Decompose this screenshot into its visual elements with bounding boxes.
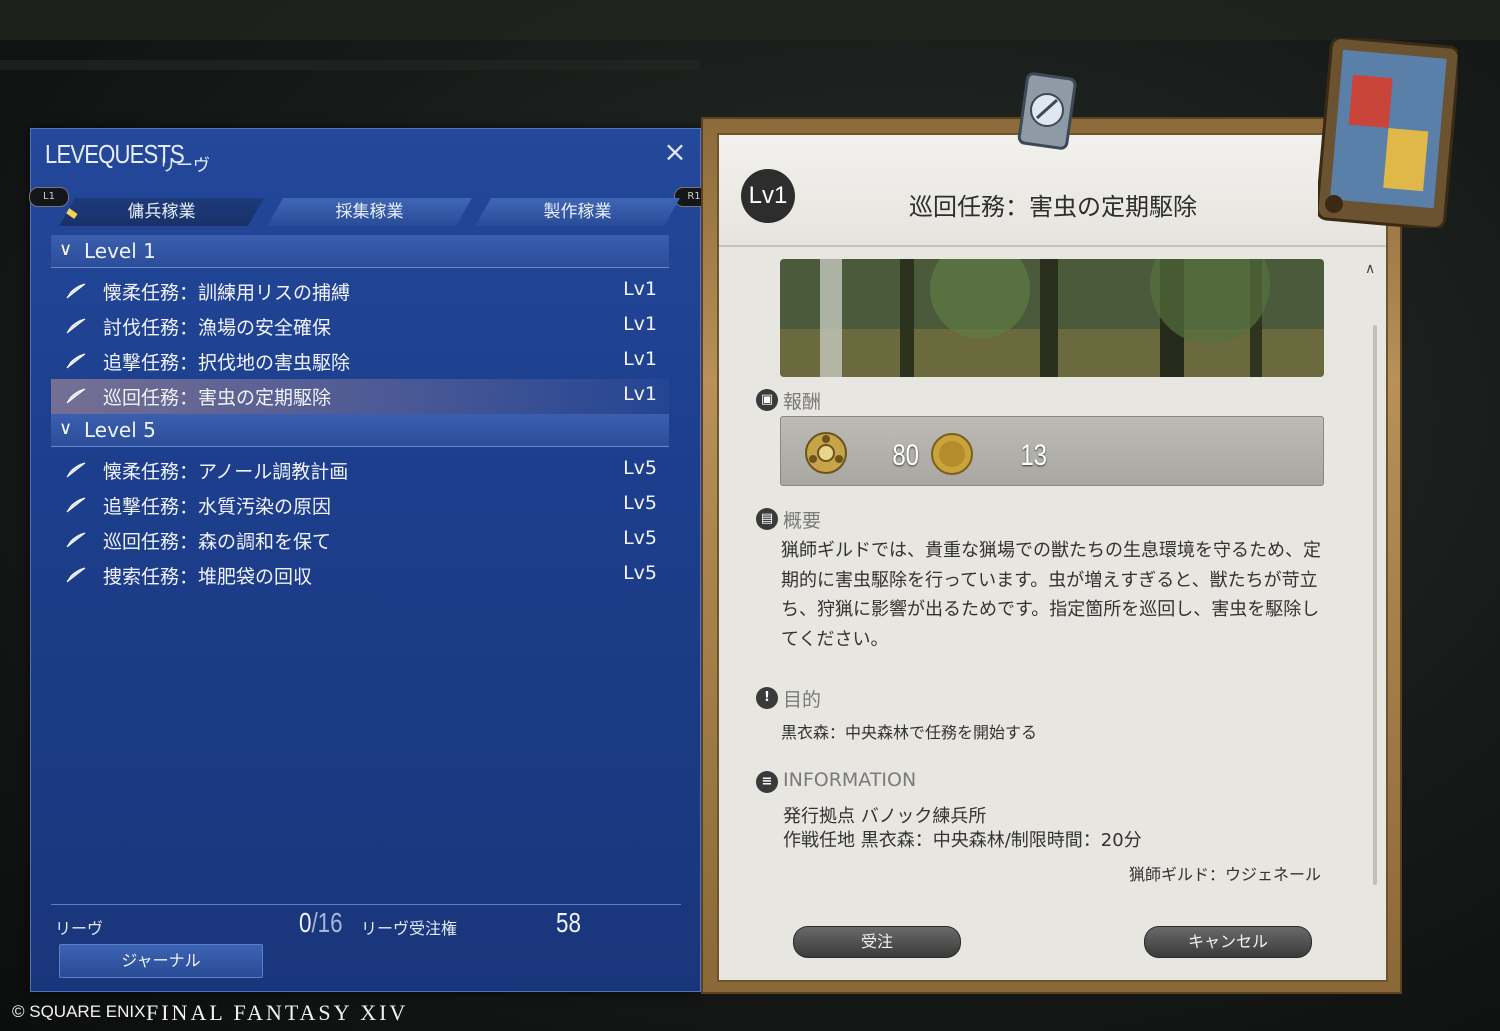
objective-label: 目的 — [783, 689, 822, 711]
info-label: INFORMATION — [783, 769, 917, 791]
window-subtitle: リーヴ — [159, 156, 210, 176]
feather-icon — [66, 532, 86, 548]
quest-detail-frame: Lv1 巡回任務：害虫の定期駆除 ∧ ▣ 報酬 80 13 ▤ 概要 猟師ギルド… — [701, 117, 1402, 994]
quest-level: Lv1 — [623, 313, 657, 335]
feather-icon — [66, 283, 86, 299]
level-badge: Lv1 — [741, 169, 795, 223]
info-area: 作戦任地 黒衣森：中央森林/制限時間：20分 — [783, 830, 1142, 851]
level-group-header[interactable]: ∨ Level 1 — [51, 235, 669, 268]
quest-level: Lv5 — [623, 492, 657, 514]
allowance-label: リーヴ受注権 — [361, 919, 458, 938]
quest-row-selected[interactable]: 巡回任務：害虫の定期駆除 Lv1 — [51, 379, 669, 414]
background-beam — [0, 0, 1500, 40]
feather-icon — [66, 388, 86, 404]
guild-card-art — [1318, 38, 1458, 228]
leve-label: リーヴ — [55, 919, 104, 938]
pen-icon — [64, 207, 77, 219]
info-issuer: 発行拠点 バノック練兵所 — [783, 806, 987, 827]
quest-row[interactable]: 追撃任務：択伐地の害虫駆除 Lv1 — [51, 344, 669, 379]
feather-icon — [66, 318, 86, 334]
leve-card-icon — [1017, 72, 1077, 150]
leve-count: 0/16 — [299, 907, 343, 939]
reward-exp-value: 80 — [892, 439, 920, 472]
close-icon[interactable]: × — [662, 138, 688, 166]
accept-button[interactable]: 受注 — [793, 926, 961, 958]
book-icon: ▤ — [756, 508, 778, 530]
copyright: © SQUARE ENIX — [12, 1002, 146, 1021]
quest-level: Lv1 — [623, 278, 657, 300]
tab-label: 傭兵稼業 — [127, 202, 196, 222]
reward-gil-value: 13 — [1020, 439, 1048, 472]
objective-text: 黒衣森：中央森林で任務を開始する — [781, 723, 1038, 742]
info-client: 猟師ギルド：ウジェネール — [1129, 865, 1322, 884]
level-group-label: Level 1 — [84, 239, 156, 263]
quest-name: 懐柔任務：訓練用リスの捕縛 — [103, 282, 351, 304]
quest-name: 巡回任務：害虫の定期駆除 — [103, 387, 332, 409]
feather-icon — [66, 567, 86, 583]
experience-icon — [805, 432, 847, 474]
cancel-button[interactable]: キャンセル — [1144, 926, 1312, 958]
quest-name: 巡回任務：森の調和を保て — [103, 531, 332, 553]
tab-fieldcraft[interactable]: 採集稼業 — [267, 198, 472, 226]
info-icon: ≡ — [756, 771, 778, 793]
quest-row[interactable]: 討伐任務：漁場の安全確保 Lv1 — [51, 309, 669, 344]
quest-row[interactable]: 懐柔任務：訓練用リスの捕縛 Lv1 — [51, 274, 669, 309]
quest-row[interactable]: 捜索任務：堆肥袋の回収 Lv5 — [51, 558, 669, 593]
quest-name: 追撃任務：択伐地の害虫駆除 — [103, 352, 351, 374]
feather-icon — [66, 462, 86, 478]
quest-row[interactable]: 懐柔任務：アノール調教計画 Lv5 — [51, 453, 669, 488]
level-group-header[interactable]: ∨ Level 5 — [51, 414, 669, 447]
tab-label: 採集稼業 — [335, 202, 404, 222]
allowance-value: 58 — [556, 907, 581, 938]
detail-title: 巡回任務：害虫の定期駆除 — [909, 193, 1197, 221]
quest-name: 追撃任務：水質汚染の原因 — [103, 496, 332, 518]
reward-label: 報酬 — [783, 391, 822, 413]
quest-scene-image — [780, 259, 1324, 377]
chevron-down-icon: ∨ — [59, 418, 73, 439]
scroll-up-icon[interactable]: ∧ — [1365, 261, 1375, 277]
gil-icon — [931, 433, 973, 475]
tab-battlecraft[interactable]: 傭兵稼業 — [59, 198, 264, 226]
quest-row[interactable]: 追撃任務：水質汚染の原因 Lv5 — [51, 488, 669, 523]
feather-icon — [66, 353, 86, 369]
quest-level: Lv1 — [623, 383, 657, 405]
category-tabs: 傭兵稼業 採集稼業 製作稼業 — [59, 198, 679, 228]
quest-level: Lv5 — [623, 527, 657, 549]
leve-current: 0 — [299, 907, 312, 938]
exclamation-icon: ! — [756, 687, 778, 709]
quest-detail-panel: Lv1 巡回任務：害虫の定期駆除 ∧ ▣ 報酬 80 13 ▤ 概要 猟師ギルド… — [717, 133, 1388, 982]
chevron-down-icon: ∨ — [59, 239, 73, 260]
journal-button[interactable]: ジャーナル — [59, 944, 263, 978]
scrollbar[interactable] — [1373, 325, 1377, 885]
quest-name: 討伐任務：漁場の安全確保 — [103, 317, 332, 339]
divider — [51, 904, 681, 905]
tab-tradecraft[interactable]: 製作稼業 — [475, 198, 680, 226]
summary-label: 概要 — [783, 510, 822, 532]
reward-box: 80 13 — [780, 416, 1324, 486]
levequest-window: LEVEQUESTS リーヴ × L1 R1 傭兵稼業 採集稼業 製作稼業 ∨ … — [29, 128, 714, 992]
quest-list: ∨ Level 1 懐柔任務：訓練用リスの捕縛 Lv1 討伐任務：漁場の安全確保… — [51, 235, 669, 593]
quest-name: 捜索任務：堆肥袋の回収 — [103, 566, 313, 588]
background-beam — [0, 60, 700, 70]
quest-name: 懐柔任務：アノール調教計画 — [103, 461, 349, 483]
quest-level: Lv1 — [623, 348, 657, 370]
tab-label: 製作稼業 — [543, 202, 612, 222]
quest-level: Lv5 — [623, 562, 657, 584]
leve-max: /16 — [311, 907, 343, 938]
quest-row[interactable]: 巡回任務：森の調和を保て Lv5 — [51, 523, 669, 558]
quest-level: Lv5 — [623, 457, 657, 479]
feather-icon — [66, 497, 86, 513]
game-logo: FINAL FANTASY XIV — [146, 1000, 409, 1025]
summary-text: 猟師ギルドでは、貴重な猟場での獣たちの生息環境を守るため、定期的に害虫駆除を行っ… — [781, 540, 1321, 650]
reward-icon: ▣ — [756, 389, 778, 411]
level-group-label: Level 5 — [84, 418, 156, 442]
